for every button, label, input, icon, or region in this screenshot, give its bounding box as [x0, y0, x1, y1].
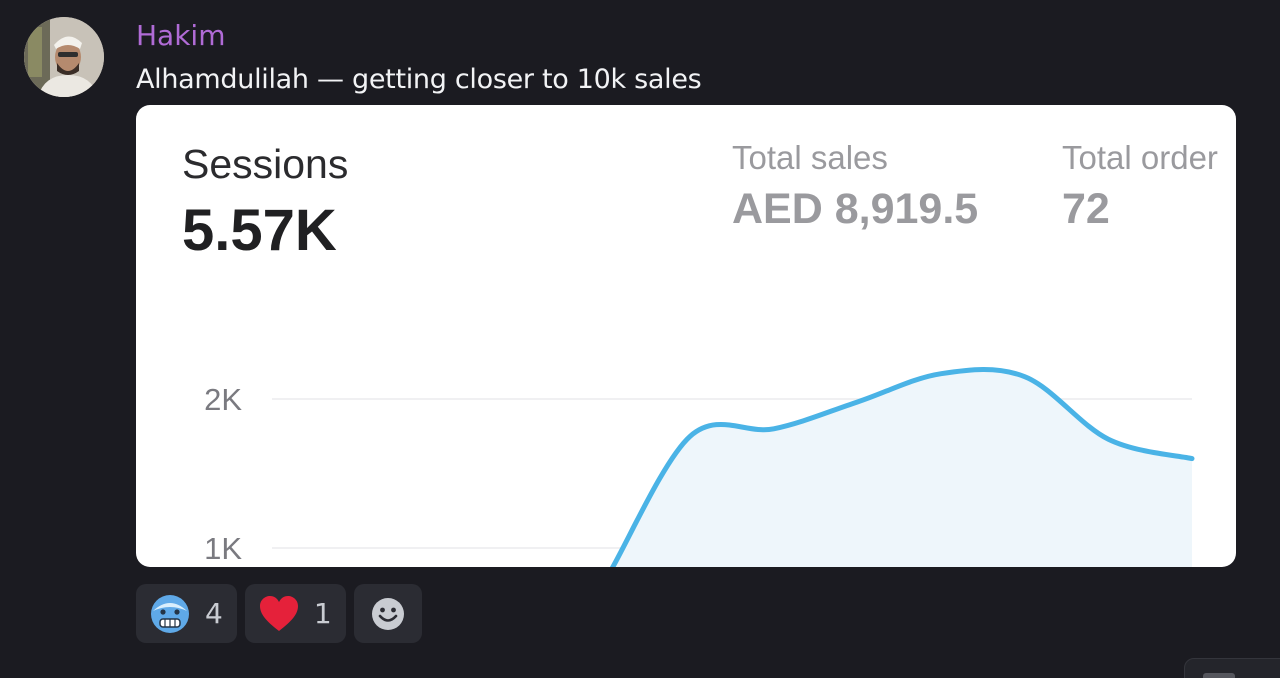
jump-to-present-widget[interactable]: [1184, 658, 1280, 678]
red-heart-emoji-icon: [259, 595, 298, 631]
author-name[interactable]: Hakim: [136, 18, 225, 54]
add-reaction-button[interactable]: [353, 584, 422, 643]
image-attachment[interactable]: Sessions 5.57K Total sales AED 8,919.5 T…: [136, 105, 1236, 567]
message-text: Alhamdulilah — getting closer to 10k sal…: [136, 64, 702, 95]
avatar-photo: [24, 17, 104, 97]
widget-icon: [1203, 673, 1235, 678]
reaction-heart[interactable]: 1: [244, 584, 346, 643]
y-tick-label: 2K: [204, 382, 242, 417]
reactions-bar: 4 1: [136, 584, 422, 643]
reaction-count: 1: [313, 597, 332, 630]
cold-face-emoji-icon: [151, 594, 189, 633]
avatar[interactable]: [24, 17, 104, 97]
smiley-add-reaction-icon: [371, 597, 404, 630]
chat-message: Hakim Alhamdulilah — getting closer to 1…: [0, 0, 1280, 678]
sessions-chart: 2K 1K: [204, 366, 1195, 567]
reaction-count: 4: [205, 597, 223, 630]
reaction-cold-face[interactable]: 4: [136, 584, 237, 643]
y-tick-label: 1K: [204, 531, 242, 566]
